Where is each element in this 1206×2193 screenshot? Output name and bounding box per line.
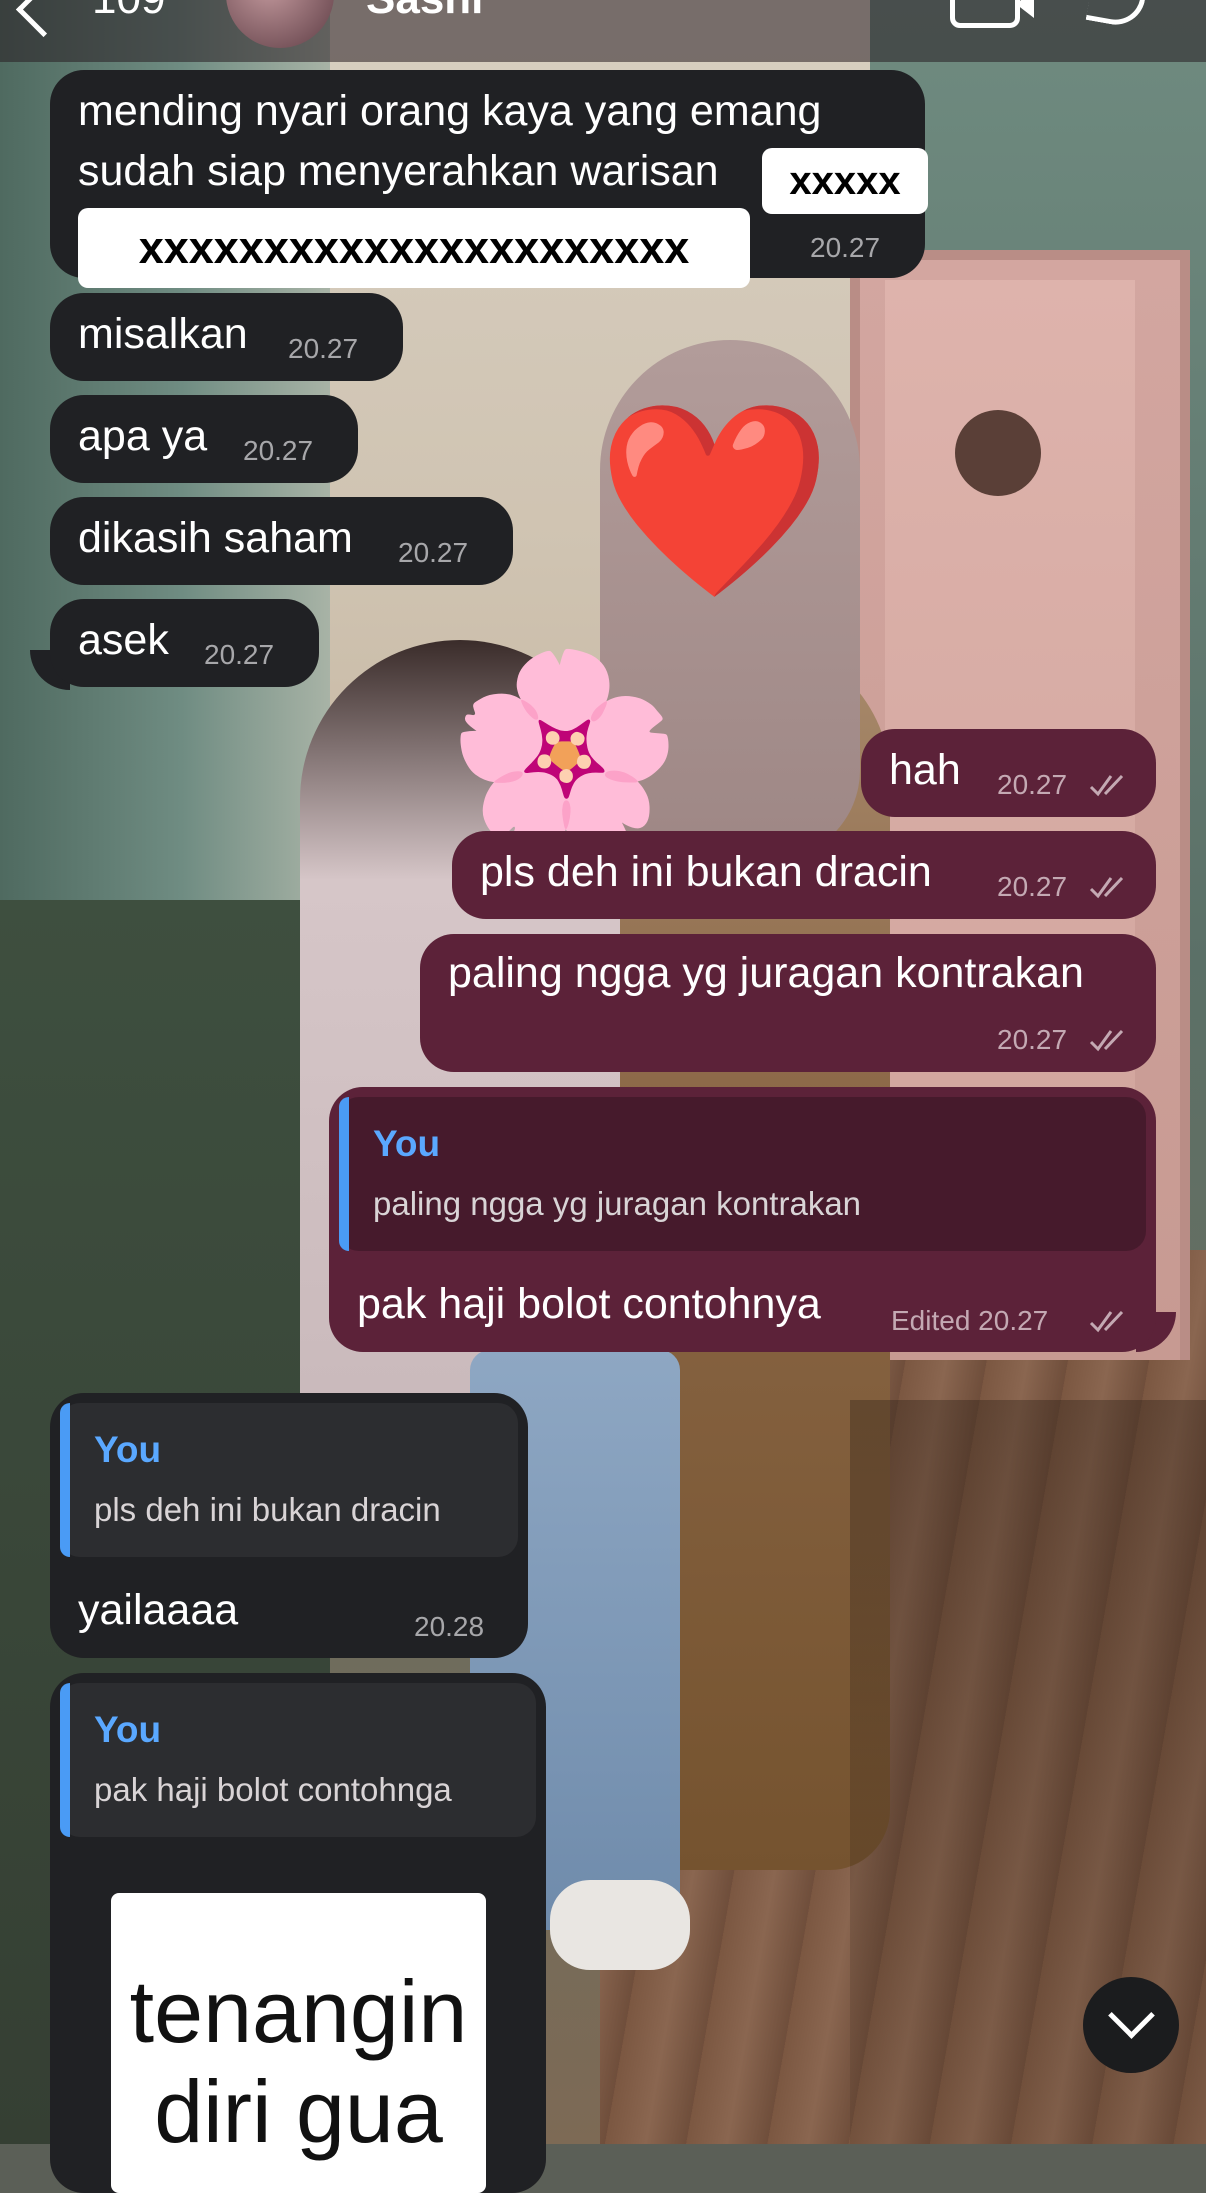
quoted-message[interactable]: You paling ngga yg juragan kontrakan: [339, 1097, 1146, 1251]
unread-count[interactable]: 109: [92, 0, 165, 24]
quoted-text: paling ngga yg juragan kontrakan: [373, 1185, 862, 1222]
message-time: 20.27: [997, 1024, 1068, 1055]
sticker-text: diri gua: [154, 2062, 443, 2161]
message-time: Edited 20.27: [891, 1305, 1049, 1336]
chat-header: 109 Sashi: [0, 0, 1206, 62]
message-time: 20.27: [997, 871, 1068, 902]
message-text: sudah siap menyerahkan warisan: [78, 147, 719, 195]
outgoing-message[interactable]: paling ngga yg juragan kontrakan 20.27: [420, 934, 1156, 1072]
incoming-message[interactable]: asek 20.27: [50, 599, 319, 687]
message-text: dikasih saham: [78, 514, 353, 562]
quoted-message[interactable]: You pls deh ini bukan dracin: [60, 1403, 518, 1557]
incoming-reply-message[interactable]: You pak haji bolot contohnga tenangin di…: [50, 1673, 546, 2193]
message-text: yailaaaa: [78, 1586, 239, 1634]
phone-icon[interactable]: [1085, 0, 1150, 30]
flower-sticker-icon: 🌸: [446, 640, 683, 861]
quoted-text: pak haji bolot contohnga: [94, 1771, 452, 1808]
double-check-icon: [1089, 1029, 1124, 1052]
quote-accent-bar: [339, 1097, 349, 1251]
back-chevron-icon[interactable]: [15, 0, 72, 38]
outgoing-message[interactable]: pls deh ini bukan dracin 20.27: [452, 831, 1156, 919]
message-text: apa ya: [78, 412, 208, 460]
video-call-lens: [1016, 0, 1034, 18]
sticker-text: tenangin: [129, 1962, 468, 2061]
incoming-message[interactable]: dikasih saham 20.27: [50, 497, 513, 585]
outgoing-message[interactable]: hah 20.27: [861, 729, 1156, 817]
message-time: 20.27: [288, 333, 359, 364]
message-time: 20.27: [997, 769, 1068, 800]
quoted-message[interactable]: You pak haji bolot contohnga: [60, 1683, 536, 1837]
message-text: pls deh ini bukan dracin: [480, 848, 932, 896]
double-check-icon: [1089, 1310, 1124, 1333]
message-text: paling ngga yg juragan kontrakan: [448, 949, 1084, 997]
incoming-message[interactable]: apa ya 20.27: [50, 395, 358, 483]
message-text: misalkan: [78, 310, 248, 358]
scroll-to-bottom-button[interactable]: [1083, 1977, 1179, 2073]
redaction-box: xxxxx: [762, 148, 928, 214]
contact-name[interactable]: Sashi: [366, 0, 483, 24]
message-time: 20.28: [414, 1611, 485, 1642]
heart-sticker-icon: ❤️: [596, 390, 833, 611]
message-text: hah: [889, 746, 961, 794]
incoming-message[interactable]: misalkan 20.27: [50, 293, 403, 381]
quote-accent-bar: [60, 1403, 70, 1557]
quoted-author: You: [373, 1123, 441, 1164]
quoted-author: You: [94, 1429, 162, 1470]
redaction-box: xxxxxxxxxxxxxxxxxxxxxx: [78, 208, 750, 288]
message-time: 20.27: [204, 639, 275, 670]
message-text: mending nyari orang kaya yang emang: [78, 87, 822, 135]
incoming-reply-message[interactable]: You pls deh ini bukan dracin yailaaaa 20…: [50, 1393, 528, 1658]
message-time: 20.27: [243, 435, 314, 466]
incoming-message[interactable]: mending nyari orang kaya yang emang suda…: [50, 70, 928, 288]
quote-accent-bar: [60, 1683, 70, 1837]
quoted-text: pls deh ini bukan dracin: [94, 1491, 441, 1528]
quoted-author: You: [94, 1709, 162, 1750]
double-check-icon: [1089, 876, 1124, 899]
chevron-down-icon: [1108, 1992, 1155, 2039]
message-time: 20.27: [810, 232, 881, 263]
video-call-icon[interactable]: [950, 0, 1020, 28]
text-sticker[interactable]: tenangin diri gua: [111, 1893, 486, 2193]
double-check-icon: [1089, 774, 1124, 797]
avatar[interactable]: [226, 0, 334, 48]
outgoing-reply-message[interactable]: You paling ngga yg juragan kontrakan pak…: [329, 1087, 1156, 1352]
message-text: asek: [78, 616, 169, 664]
message-time: 20.27: [398, 537, 469, 568]
message-text: pak haji bolot contohnya: [357, 1280, 821, 1328]
